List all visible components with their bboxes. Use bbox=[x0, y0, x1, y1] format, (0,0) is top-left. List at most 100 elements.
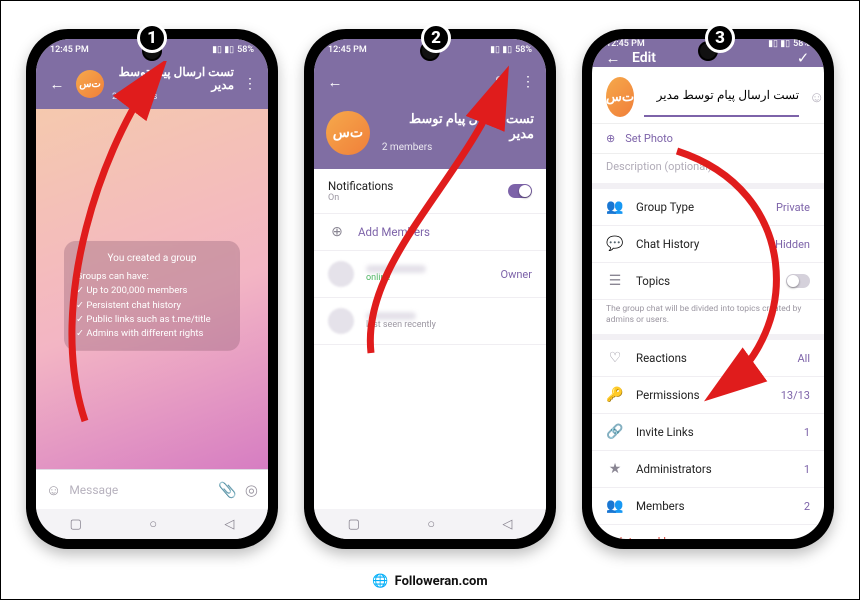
administrators-value: 1 bbox=[804, 463, 810, 476]
description-input[interactable]: Description (optional) bbox=[592, 154, 824, 189]
delete-group-button[interactable]: Delete and leave group bbox=[592, 525, 824, 539]
notifications-toggle[interactable] bbox=[508, 184, 532, 198]
clock: 12:45 PM bbox=[50, 45, 89, 55]
invite-links-icon: 🔗 bbox=[606, 424, 624, 440]
nav-recent-icon[interactable]: ▢ bbox=[348, 517, 360, 532]
phone-mock-2: 12:45 PM ▮▯ ▮▯58% ← ✎ ⋮ ت‌س تست ارسال پی… bbox=[304, 29, 556, 549]
bubble-item: Up to 200,000 members bbox=[76, 284, 228, 298]
group-avatar[interactable]: ت‌س bbox=[606, 77, 634, 117]
row-topics[interactable]: ☰ Topics bbox=[592, 263, 824, 300]
nav-back-icon[interactable]: ◁ bbox=[224, 517, 234, 532]
row-group-type[interactable]: 👥 Group Type Private bbox=[592, 189, 824, 226]
message-input-bar: ☺ Message 📎 ◎ bbox=[36, 469, 268, 509]
edit-name-area: ت‌س ☺ bbox=[592, 67, 824, 124]
owner-badge: Owner bbox=[501, 268, 532, 281]
set-photo-button[interactable]: ⊕ Set Photo bbox=[592, 124, 824, 154]
member-avatar bbox=[328, 261, 354, 287]
reactions-value: All bbox=[797, 352, 810, 365]
clock: 12:45 PM bbox=[606, 39, 645, 49]
group-avatar[interactable]: ت‌س bbox=[326, 111, 370, 155]
row-administrators[interactable]: ★ Administrators 1 bbox=[592, 451, 824, 488]
back-icon[interactable]: ← bbox=[324, 73, 346, 91]
nav-home-icon[interactable]: ○ bbox=[149, 516, 157, 532]
row-members[interactable]: 👥 Members 2 bbox=[592, 488, 824, 525]
member-name-redacted bbox=[366, 265, 426, 273]
member-row[interactable]: online Owner bbox=[314, 251, 546, 298]
notifications-value: On bbox=[328, 193, 496, 203]
nav-back-icon[interactable]: ◁ bbox=[502, 517, 512, 532]
nav-recent-icon[interactable]: ▢ bbox=[70, 517, 82, 532]
row-reactions[interactable]: ♡ Reactions All bbox=[592, 340, 824, 377]
topics-toggle[interactable] bbox=[786, 274, 810, 288]
delete-group-label: Delete and leave group bbox=[606, 535, 810, 539]
permissions-icon: 🔑 bbox=[606, 387, 624, 403]
bubble-lead: Groups can have: bbox=[76, 270, 228, 284]
back-icon[interactable]: ← bbox=[46, 75, 68, 93]
nav-home-icon[interactable]: ○ bbox=[427, 516, 435, 532]
status-icons: ▮▯ ▮▯58% bbox=[768, 39, 810, 49]
administrators-icon: ★ bbox=[606, 461, 624, 477]
row-invite-links[interactable]: 🔗 Invite Links 1 bbox=[592, 414, 824, 451]
globe-icon: 🌐 bbox=[372, 574, 388, 589]
emoji-picker-icon[interactable]: ☺ bbox=[809, 88, 824, 106]
bubble-item: Admins with different rights bbox=[76, 327, 228, 341]
administrators-label: Administrators bbox=[636, 462, 792, 476]
group-avatar[interactable]: ت‌س bbox=[76, 70, 104, 98]
add-members-label: Add Members bbox=[358, 225, 532, 239]
profile-subtitle: 2 members bbox=[382, 142, 534, 153]
bubble-title: You created a group bbox=[76, 251, 228, 266]
profile-banner: ت‌س تست ارسال پیام توسط مدیر 2 members bbox=[314, 103, 546, 169]
edit-title: Edit bbox=[632, 50, 656, 66]
group-type-label: Group Type bbox=[636, 200, 764, 214]
watermark-text: Followeran.com bbox=[395, 574, 488, 589]
camera-icon: ⊕ bbox=[606, 132, 615, 145]
member-status: last seen recently bbox=[366, 320, 532, 330]
invite-links-label: Invite Links bbox=[636, 425, 792, 439]
system-bubble: You created a group Groups can have: Up … bbox=[64, 241, 240, 351]
more-icon[interactable]: ⋮ bbox=[242, 76, 258, 92]
edit-icon[interactable]: ✎ bbox=[490, 73, 512, 91]
chat-history-value: Hidden bbox=[775, 238, 810, 251]
row-chat-history[interactable]: 💬 Chat History Hidden bbox=[592, 226, 824, 263]
status-icons: ▮▯ ▮▯58% bbox=[212, 45, 254, 55]
clock: 12:45 PM bbox=[328, 45, 367, 55]
emoji-icon[interactable]: ☺ bbox=[46, 481, 61, 499]
back-icon[interactable]: ← bbox=[602, 49, 624, 67]
member-avatar bbox=[328, 308, 354, 334]
profile-title: تست ارسال پیام توسط مدیر bbox=[382, 113, 534, 143]
row-add-members[interactable]: ⊕ Add Members bbox=[314, 214, 546, 251]
group-type-value: Private bbox=[776, 201, 810, 214]
members-value: 2 bbox=[804, 500, 810, 513]
confirm-icon[interactable]: ✓ bbox=[792, 49, 814, 67]
profile-header: ← ✎ ⋮ bbox=[314, 61, 546, 103]
more-icon[interactable]: ⋮ bbox=[520, 74, 536, 90]
add-members-icon: ⊕ bbox=[328, 224, 346, 240]
set-photo-label: Set Photo bbox=[625, 132, 673, 145]
chat-area[interactable]: You created a group Groups can have: Up … bbox=[36, 109, 268, 469]
reactions-icon: ♡ bbox=[606, 350, 624, 366]
topics-icon: ☰ bbox=[606, 273, 624, 289]
step-badge-2: 2 bbox=[421, 23, 451, 53]
permissions-label: Permissions bbox=[636, 388, 769, 402]
chat-subtitle: 2 members bbox=[112, 92, 234, 102]
row-permissions[interactable]: 🔑 Permissions 13/13 bbox=[592, 377, 824, 414]
reactions-label: Reactions bbox=[636, 351, 785, 365]
mic-icon[interactable]: ◎ bbox=[245, 481, 258, 499]
notifications-label: Notifications bbox=[328, 179, 393, 193]
chat-history-icon: 💬 bbox=[606, 236, 624, 252]
message-input[interactable]: Message bbox=[69, 483, 210, 497]
android-navbar: ▢ ○ ◁ bbox=[314, 509, 546, 539]
chat-title: تست ارسال پیام توسط مدیر bbox=[112, 66, 234, 92]
permissions-value: 13/13 bbox=[781, 389, 810, 402]
chat-header[interactable]: ← ت‌س تست ارسال پیام توسط مدیر 2 members… bbox=[36, 61, 268, 109]
attach-icon[interactable]: 📎 bbox=[218, 481, 237, 499]
group-name-input[interactable] bbox=[644, 77, 799, 117]
topics-label: Topics bbox=[636, 274, 774, 288]
android-navbar: ▢ ○ ◁ bbox=[36, 509, 268, 539]
member-status: online bbox=[366, 273, 489, 283]
phone-mock-3: 12:45 PM ▮▯ ▮▯58% ← Edit ✓ ت‌س ☺ ⊕ Set P… bbox=[582, 29, 834, 549]
members-icon: 👥 bbox=[606, 498, 624, 514]
member-row[interactable]: last seen recently bbox=[314, 298, 546, 345]
chat-history-label: Chat History bbox=[636, 237, 763, 251]
row-notifications[interactable]: Notifications On bbox=[314, 169, 546, 214]
